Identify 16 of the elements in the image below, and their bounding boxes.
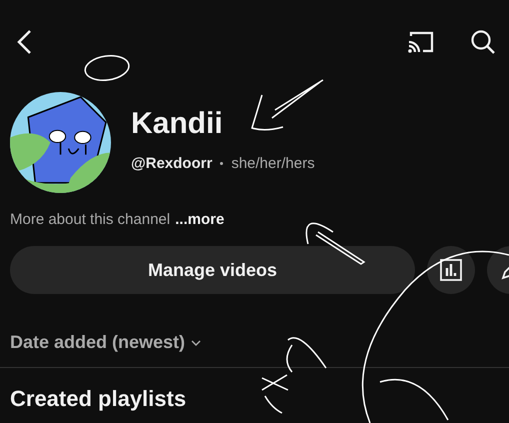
more-link[interactable]: ...more — [175, 211, 224, 228]
channel-handle: @Rexdoorr — [131, 155, 212, 172]
curve-scribble-drawing — [380, 378, 449, 420]
sort-dropdown[interactable]: Date added (newest) — [10, 332, 202, 353]
analytics-button[interactable] — [427, 246, 475, 294]
loop-scribble-drawing — [306, 222, 365, 265]
pronouns: she/her/hers — [231, 155, 315, 172]
oval-scribble-drawing — [84, 54, 130, 82]
chevron-down-icon — [191, 340, 202, 346]
separator-dot — [220, 162, 224, 165]
channel-name: Kandii — [131, 107, 224, 141]
section-title: Created playlists — [10, 386, 186, 412]
bar-chart-icon — [440, 259, 462, 281]
search-icon[interactable] — [469, 28, 497, 56]
channel-description: More about this channel — [10, 211, 170, 228]
manage-videos-button[interactable]: Manage videos — [10, 246, 415, 294]
